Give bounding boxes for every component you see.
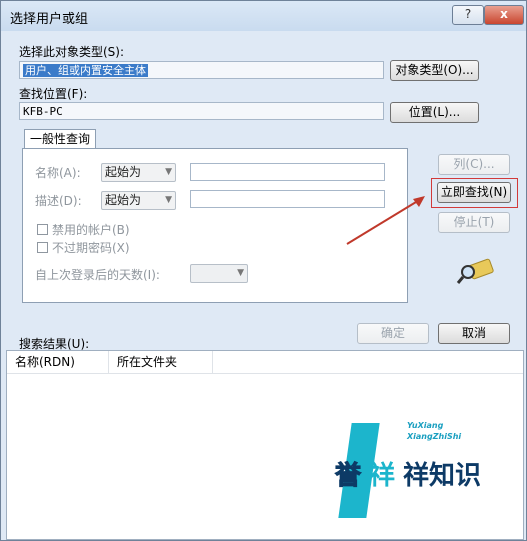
stop-button[interactable]: 停止(T) xyxy=(438,212,510,233)
watermark-roman-2: XiangZhiShi xyxy=(407,432,462,441)
non-expiring-password-checkbox[interactable] xyxy=(37,242,48,253)
tab-common-queries[interactable]: 一般性查询 xyxy=(24,129,96,149)
location-field: KFB-PC xyxy=(19,102,384,120)
name-match-value: 起始为 xyxy=(105,165,142,179)
search-icon xyxy=(456,258,494,284)
description-match-select[interactable]: 起始为 ▼ xyxy=(101,191,176,210)
object-type-value: 用户、组或内置安全主体 xyxy=(23,64,148,77)
close-button[interactable]: x xyxy=(484,5,524,25)
annotation-arrow-icon xyxy=(346,196,425,245)
name-label: 名称(A): xyxy=(35,166,81,180)
object-type-label: 选择此对象类型(S): xyxy=(19,45,125,59)
days-since-login-select[interactable]: ▼ xyxy=(190,264,248,283)
column-header-folder[interactable]: 所在文件夹 xyxy=(109,351,213,373)
location-label: 查找位置(F): xyxy=(19,87,88,101)
chevron-down-icon: ▼ xyxy=(165,195,172,205)
watermark-char-a: 誉 xyxy=(334,461,362,492)
locations-button[interactable]: 位置(L)... xyxy=(390,102,479,123)
description-match-value: 起始为 xyxy=(105,193,142,207)
object-type-field: 用户、组或内置安全主体 xyxy=(19,61,384,79)
title-bar: 选择用户或组 ? x xyxy=(1,1,526,31)
find-now-highlight xyxy=(431,178,518,208)
watermark-text: 祥知识 xyxy=(403,461,482,491)
disabled-accounts-checkbox[interactable] xyxy=(37,224,48,235)
cancel-button[interactable]: 取消 xyxy=(438,323,510,344)
watermark-logo: YuXiang XiangZhiShi 誉 祥 祥知识 xyxy=(334,421,515,521)
name-input[interactable] xyxy=(190,163,385,181)
non-expiring-password-label: 不过期密码(X) xyxy=(52,241,130,255)
select-users-or-groups-dialog: 选择用户或组 ? x 选择此对象类型(S): 用户、组或内置安全主体 对象类型(… xyxy=(0,0,527,541)
disabled-accounts-label: 禁用的帐户(B) xyxy=(52,223,130,237)
description-label: 描述(D): xyxy=(35,194,82,208)
watermark-roman-1: YuXiang xyxy=(407,421,444,430)
header-divider xyxy=(7,373,523,374)
help-button[interactable]: ? xyxy=(452,5,484,25)
days-since-login-label: 自上次登录后的天数(I): xyxy=(35,268,160,282)
chevron-down-icon: ▼ xyxy=(165,167,172,177)
column-header-name[interactable]: 名称(RDN) xyxy=(7,351,109,373)
object-types-button[interactable]: 对象类型(O)... xyxy=(390,60,479,81)
search-results-list[interactable]: 名称(RDN) 所在文件夹 YuXiang XiangZhiShi 誉 祥 祥知… xyxy=(6,350,524,540)
watermark-char-b: 祥 xyxy=(369,461,396,491)
name-match-select[interactable]: 起始为 ▼ xyxy=(101,163,176,182)
chevron-down-icon: ▼ xyxy=(237,268,244,278)
columns-button[interactable]: 列(C)... xyxy=(438,154,510,175)
ok-button[interactable]: 确定 xyxy=(357,323,429,344)
window-title: 选择用户或组 xyxy=(10,12,89,27)
